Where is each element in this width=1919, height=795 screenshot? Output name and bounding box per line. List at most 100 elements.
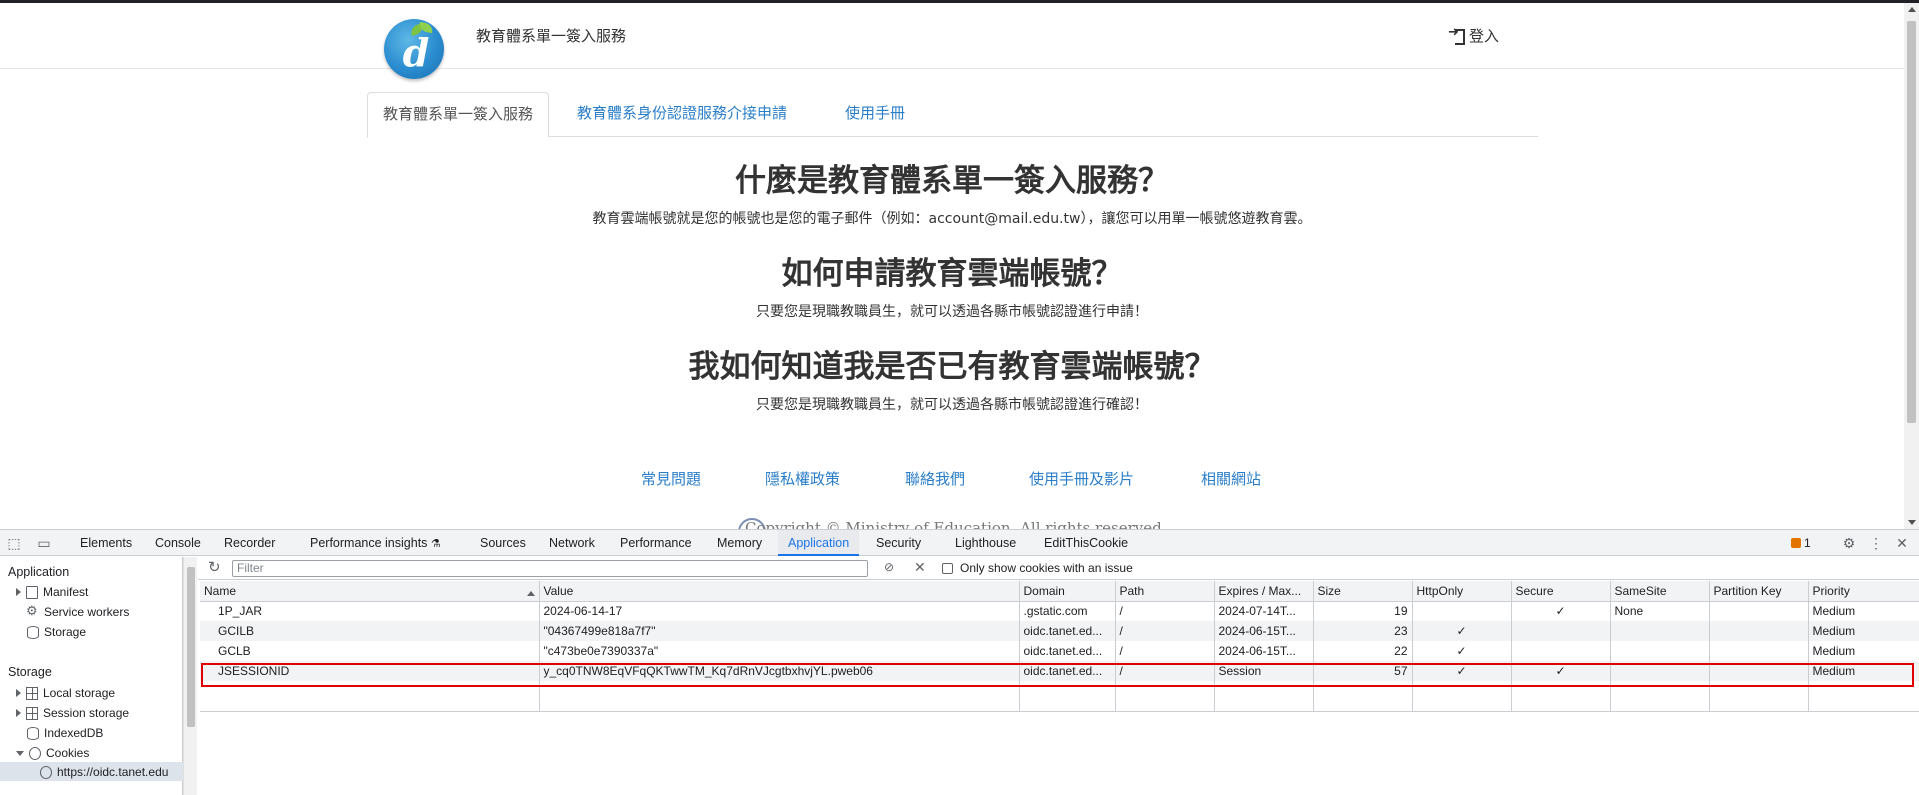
close-devtools-icon[interactable]: ✕ — [1894, 535, 1910, 551]
cookie-name: GCILB — [200, 621, 540, 641]
sidebar-item-label: Session storage — [43, 706, 130, 720]
sidebar-item-cookies[interactable]: Cookies — [16, 744, 89, 762]
scrollbar-thumb[interactable] — [187, 567, 195, 727]
footer-link-privacy[interactable]: 隱私權政策 — [765, 468, 840, 489]
cookie-value: "04367499e818a7f7" — [539, 621, 1020, 641]
cookie-name: JSESSIONID — [200, 661, 540, 681]
sidebar-item-label: Service workers — [44, 605, 130, 619]
expand-arrow-icon[interactable] — [16, 689, 21, 697]
inspect-element-icon[interactable]: ⬚ — [6, 535, 22, 551]
dt-tab-security[interactable]: Security — [876, 530, 921, 556]
sidebar-item-label: Manifest — [43, 585, 89, 599]
sidebar-item-session-storage[interactable]: Session storage — [16, 704, 129, 722]
dt-tab-performance-insights[interactable]: Performance insights ⚗ — [310, 530, 441, 556]
gear-icon — [26, 603, 39, 619]
dt-tab-memory[interactable]: Memory — [717, 530, 762, 556]
column-header-priority[interactable]: Priority — [1808, 581, 1919, 602]
tab-manual[interactable]: 使用手冊 — [830, 92, 920, 137]
expand-arrow-icon[interactable] — [16, 709, 21, 717]
dt-tab-console[interactable]: Console — [155, 530, 201, 556]
cookie-domain: oidc.tanet.ed... — [1019, 661, 1116, 681]
delete-selected-icon[interactable]: ✕ — [914, 559, 926, 576]
cookie-priority: Medium — [1808, 661, 1919, 681]
tab-auth-integration[interactable]: 教育體系身份認證服務介接申請 — [562, 92, 802, 137]
empty-cell — [539, 681, 1020, 712]
refresh-icon[interactable]: ↻ — [208, 560, 221, 576]
login-label: 登入 — [1469, 27, 1500, 45]
cookie-filter-input[interactable]: Filter — [232, 560, 868, 577]
sidebar-item-indexeddb[interactable]: IndexedDB — [27, 724, 103, 742]
issues-count: 1 — [1804, 536, 1811, 550]
scroll-up-icon[interactable] — [1908, 7, 1916, 12]
sidebar-item-local-storage[interactable]: Local storage — [16, 684, 115, 702]
cookie-row[interactable]: GCLB "c473be0e7390337a" oidc.tanet.ed...… — [200, 641, 1919, 661]
sidebar-item-label: Cookies — [46, 746, 90, 760]
column-header-httponly[interactable]: HttpOnly — [1412, 581, 1512, 602]
dt-tab-lighthouse[interactable]: Lighthouse — [955, 530, 1016, 556]
scrollbar-thumb[interactable] — [1907, 21, 1916, 423]
footer-link-contact[interactable]: 聯絡我們 — [905, 468, 965, 489]
column-header-domain[interactable]: Domain — [1019, 581, 1116, 602]
expand-arrow-icon[interactable] — [16, 588, 21, 596]
login-link[interactable]: 登入 — [1448, 25, 1500, 46]
column-header-path[interactable]: Path — [1115, 581, 1215, 602]
dt-tab-network[interactable]: Network — [549, 530, 595, 556]
cookie-row[interactable]: 1P_JAR 2024-06-14-17 .gstatic.com / 2024… — [200, 601, 1919, 621]
footer-link-faq[interactable]: 常見問題 — [641, 468, 701, 489]
sidebar-item-manifest[interactable]: Manifest — [16, 583, 88, 601]
cookie-partition-key — [1709, 601, 1809, 621]
sidebar-item-storage-overview[interactable]: Storage — [27, 623, 86, 641]
more-options-icon[interactable]: ⋮ — [1868, 535, 1884, 551]
dt-tab-editthiscookie[interactable]: EditThisCookie — [1044, 530, 1128, 556]
device-toolbar-icon[interactable]: ▭ — [36, 535, 52, 551]
clear-all-cookies-icon[interactable]: ⊘ — [884, 560, 894, 574]
cookie-domain: oidc.tanet.ed... — [1019, 621, 1116, 641]
issues-badge[interactable]: 1 — [1791, 536, 1811, 550]
collapse-arrow-icon[interactable] — [16, 750, 24, 756]
scroll-down-icon[interactable] — [1908, 520, 1916, 525]
settings-gear-icon[interactable]: ⚙ — [1841, 535, 1857, 551]
empty-cell — [1808, 681, 1919, 712]
column-header-secure[interactable]: Secure — [1511, 581, 1611, 602]
sidebar-item-service-workers[interactable]: Service workers — [26, 603, 130, 621]
dt-tab-recorder[interactable]: Recorder — [224, 530, 275, 556]
cookie-size: 22 — [1313, 641, 1413, 661]
sidebar-item-label: https://oidc.tanet.edu — [57, 765, 169, 779]
cookie-path: / — [1115, 661, 1215, 681]
tab-sso-service[interactable]: 教育體系單一簽入服務 — [367, 92, 550, 138]
document-icon — [26, 585, 38, 599]
only-issues-checkbox[interactable] — [942, 563, 953, 574]
sidebar-item-cookie-origin[interactable]: https://oidc.tanet.edu — [40, 763, 168, 781]
column-header-value[interactable]: Value — [539, 581, 1020, 602]
site-logo[interactable]: d — [384, 19, 444, 79]
dt-tab-sources[interactable]: Sources — [480, 530, 526, 556]
footer-link-manual-video[interactable]: 使用手冊及影片 — [1029, 468, 1134, 489]
column-header-size[interactable]: Size — [1313, 581, 1413, 602]
database-icon — [27, 726, 39, 740]
column-header-samesite[interactable]: SameSite — [1610, 581, 1710, 602]
dt-tab-performance-insights-label: Performance insights — [310, 536, 428, 550]
text-how-to-apply: 只要您是現職教職員生，就可以透過各縣市帳號認證進行申請！ — [756, 304, 1148, 320]
dt-tab-performance[interactable]: Performance — [620, 530, 692, 556]
column-header-partition-key[interactable]: Partition Key — [1709, 581, 1809, 602]
cookie-row[interactable]: GCILB "04367499e818a7f7" oidc.tanet.ed..… — [200, 621, 1919, 641]
dt-tab-application[interactable]: Application — [778, 530, 860, 556]
site-header: d 教育體系單一簽入服務 登入 — [0, 3, 1904, 79]
cookie-httponly: ✓ — [1412, 661, 1512, 681]
sidebar-header-application: Application — [8, 565, 70, 579]
cookie-row[interactable]: JSESSIONID y_cq0TNW8EqVFqQKTwwTM_Kq7dRnV… — [200, 661, 1919, 681]
column-header-expires[interactable]: Expires / Max... — [1214, 581, 1314, 602]
sidebar-scrollbar[interactable] — [183, 557, 197, 795]
beaker-icon: ⚗ — [430, 538, 441, 550]
page-scrollbar[interactable] — [1904, 3, 1919, 529]
cookie-name: GCLB — [200, 641, 540, 661]
table-icon — [26, 686, 38, 700]
empty-cell — [1019, 681, 1116, 712]
column-header-name[interactable]: Name — [200, 581, 540, 602]
sidebar-item-label: Local storage — [43, 686, 116, 700]
footer-links: 常見問題 隱私權政策 聯絡我們 使用手冊及影片 相關網站 — [0, 468, 1904, 492]
footer-link-related[interactable]: 相關網站 — [1201, 468, 1261, 489]
dt-tab-elements[interactable]: Elements — [80, 530, 132, 556]
cookie-table-wrap: Name Value Domain Path Expires / Max... … — [200, 581, 1919, 795]
devtools-panel: ⬚ ▭ Elements Console Recorder Performanc… — [0, 529, 1919, 795]
